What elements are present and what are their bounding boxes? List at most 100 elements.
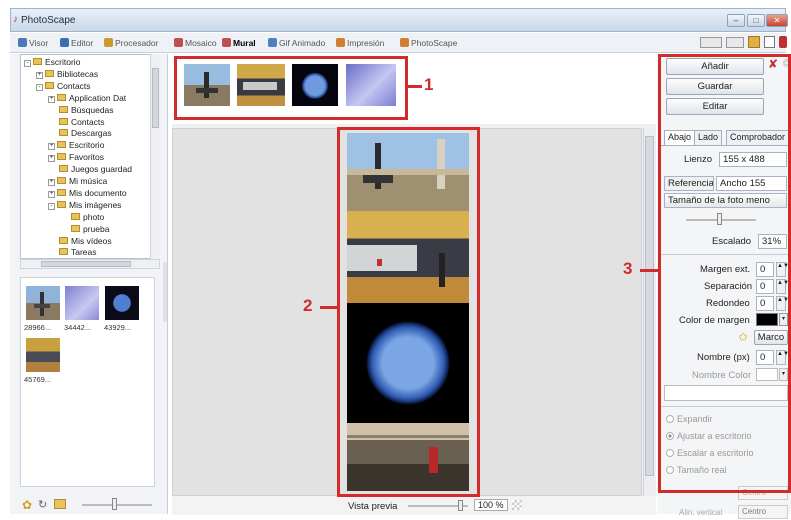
folder-icon[interactable] bbox=[54, 499, 66, 509]
tree-node-label: Mi música bbox=[69, 176, 108, 186]
tree-node[interactable]: - Escritorio bbox=[24, 57, 80, 68]
thumb-size-slider[interactable] bbox=[82, 504, 152, 506]
file-thumbnail[interactable] bbox=[26, 286, 60, 320]
close-button[interactable]: ✕ bbox=[766, 14, 788, 27]
pane-splitter[interactable] bbox=[163, 262, 167, 322]
expand-icon[interactable]: + bbox=[48, 155, 55, 163]
tree-node[interactable]: + Bibliotecas bbox=[36, 69, 98, 80]
tab-label: Visor bbox=[29, 38, 49, 48]
tab-impresión[interactable]: Impresión bbox=[336, 36, 384, 50]
collapse-icon[interactable]: - bbox=[24, 60, 31, 67]
toolbar-display-icon[interactable] bbox=[700, 37, 722, 48]
star-icon[interactable]: ✿ bbox=[22, 498, 32, 512]
title-bar: ♪ PhotoScape – □ ✕ bbox=[10, 8, 788, 32]
tree-vertical-scrollbar[interactable] bbox=[150, 54, 160, 259]
file-thumbnail[interactable] bbox=[26, 338, 60, 372]
tab-label: Mosaico bbox=[185, 38, 217, 48]
folder-icon bbox=[57, 153, 66, 161]
tab-procesador[interactable]: Procesador bbox=[104, 36, 158, 50]
canvas-scroll-thumb[interactable] bbox=[645, 136, 654, 476]
zoom-slider-handle[interactable] bbox=[458, 500, 463, 511]
callout-box-3 bbox=[658, 54, 791, 493]
tree-node[interactable]: photo bbox=[60, 212, 104, 223]
tab-icon bbox=[174, 38, 183, 47]
tree-node-label: Application Dat bbox=[69, 92, 127, 103]
file-thumbnail[interactable] bbox=[65, 286, 99, 320]
folder-icon bbox=[59, 248, 68, 256]
tree-node[interactable]: Tareas bbox=[48, 247, 97, 258]
vertical-align-select[interactable]: Centro bbox=[738, 505, 788, 519]
callout-line-1 bbox=[408, 85, 422, 88]
expand-icon[interactable]: + bbox=[36, 71, 43, 79]
tree-node[interactable]: + Application Dat bbox=[48, 93, 126, 104]
expand-icon[interactable]: + bbox=[48, 95, 55, 103]
tree-node[interactable]: - Contacts bbox=[36, 81, 91, 92]
tree-node-label: Bibliotecas bbox=[57, 68, 99, 79]
tree-node[interactable]: + Escritorio bbox=[48, 140, 104, 151]
callout-number-2: 2 bbox=[303, 296, 313, 315]
expand-icon[interactable]: + bbox=[48, 190, 55, 198]
preview-label: Vista previa bbox=[348, 501, 398, 512]
status-bar: Vista previa 100 % bbox=[172, 497, 656, 515]
folder-icon bbox=[59, 236, 68, 244]
left-bottom-toolbar: ✿ ↻ bbox=[10, 495, 168, 515]
tab-label: Mural bbox=[233, 38, 256, 48]
rotate-icon[interactable]: ↻ bbox=[38, 498, 47, 511]
file-thumbnail[interactable] bbox=[105, 286, 139, 320]
tree-node[interactable]: + Favoritos bbox=[48, 152, 104, 163]
tree-node[interactable]: - Mis imágenes bbox=[48, 200, 121, 211]
tab-gif-animado[interactable]: Gif Animado bbox=[268, 36, 325, 50]
tab-icon bbox=[400, 38, 409, 47]
tree-node[interactable]: prueba bbox=[60, 224, 109, 235]
tree-scroll-thumb[interactable] bbox=[152, 68, 159, 128]
folder-icon bbox=[57, 177, 66, 184]
tree-node[interactable]: Descargas bbox=[48, 128, 112, 139]
folder-tree[interactable]: - Escritorio + Bibliotecas - Contacts + Applica… bbox=[20, 54, 160, 259]
canvas-vertical-scrollbar[interactable] bbox=[643, 128, 655, 496]
grid-toggle-icon[interactable] bbox=[512, 500, 522, 510]
toolbar-copy-icon[interactable] bbox=[764, 36, 775, 48]
tree-node-label: Búsquedas bbox=[71, 104, 114, 115]
tree-node[interactable]: Juegos guardad bbox=[48, 164, 132, 175]
file-thumbnail-label: 45769... bbox=[24, 375, 52, 384]
zoom-value[interactable]: 100 % bbox=[474, 499, 508, 511]
toolbar-power-icon[interactable] bbox=[779, 36, 787, 48]
tab-editor[interactable]: Editor bbox=[60, 36, 93, 50]
expand-icon[interactable]: + bbox=[48, 143, 55, 151]
file-thumbnail-label: 28966... bbox=[24, 323, 52, 332]
expand-icon[interactable]: + bbox=[48, 179, 55, 186]
tree-node[interactable]: Mis vídeos bbox=[48, 236, 112, 247]
collapse-icon[interactable]: - bbox=[48, 202, 55, 210]
tree-node-label: Mis vídeos bbox=[71, 235, 112, 246]
toolbar-screen-icon[interactable] bbox=[726, 37, 744, 48]
tree-hscroll-thumb[interactable] bbox=[41, 261, 131, 267]
tab-icon bbox=[222, 38, 231, 47]
toolbar-gift-icon[interactable] bbox=[748, 36, 760, 48]
tab-photoscape[interactable]: PhotoScape bbox=[400, 36, 457, 50]
folder-icon bbox=[59, 117, 68, 125]
tree-node[interactable]: Contacts bbox=[48, 117, 105, 128]
tree-horizontal-scrollbar[interactable] bbox=[20, 259, 160, 269]
tree-node[interactable]: + Mi música bbox=[48, 176, 107, 187]
callout-line-3 bbox=[640, 269, 658, 272]
minimize-button[interactable]: – bbox=[727, 14, 745, 27]
tab-visor[interactable]: Visor bbox=[18, 36, 48, 50]
tab-mosaico[interactable]: Mosaico bbox=[174, 36, 217, 50]
tab-mural[interactable]: Mural bbox=[222, 36, 256, 50]
tree-node-label: Mis documento bbox=[69, 187, 127, 198]
tree-node-label: Descargas bbox=[71, 128, 112, 139]
folder-icon bbox=[57, 93, 66, 101]
maximize-button[interactable]: □ bbox=[747, 14, 765, 27]
folder-icon bbox=[57, 188, 66, 196]
folder-icon bbox=[71, 224, 80, 232]
folder-icon bbox=[71, 212, 80, 220]
callout-box-1 bbox=[174, 56, 408, 120]
collapse-icon[interactable]: - bbox=[36, 83, 43, 91]
folder-icon bbox=[45, 81, 54, 89]
tree-node-label: Tareas bbox=[71, 247, 97, 258]
thumb-size-slider-handle[interactable] bbox=[112, 498, 117, 510]
tree-node[interactable]: Búsquedas bbox=[48, 105, 114, 116]
tab-label: Impresión bbox=[347, 38, 385, 48]
tree-node[interactable]: + Mis documento bbox=[48, 188, 127, 199]
tree-node-label: Mis imágenes bbox=[69, 199, 122, 210]
